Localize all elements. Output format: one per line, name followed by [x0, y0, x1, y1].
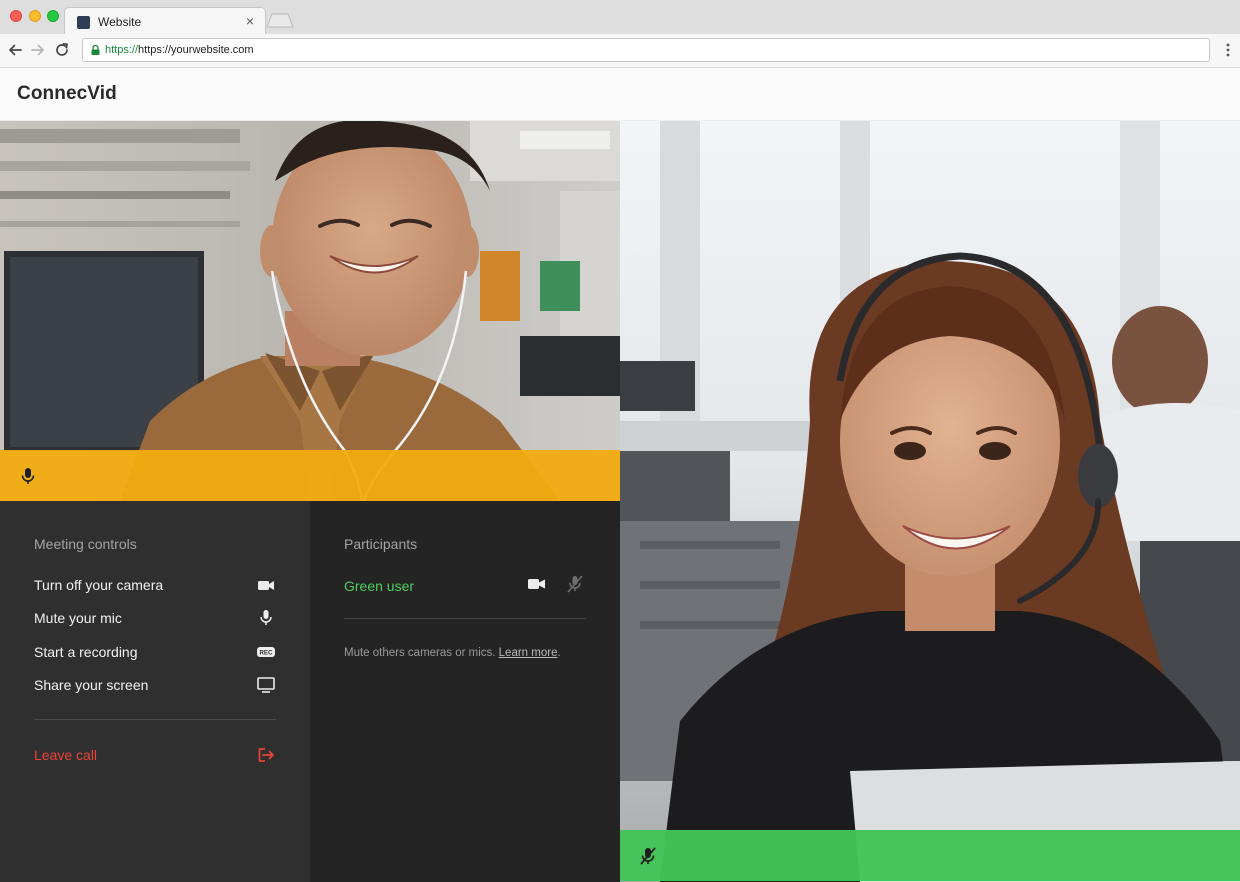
control-label: Start a recording	[34, 644, 138, 660]
minimize-window-button[interactable]	[29, 10, 41, 22]
mic-icon[interactable]	[18, 466, 38, 486]
tab-close-icon[interactable]: ×	[246, 13, 254, 29]
favicon-icon	[77, 16, 90, 29]
learn-more-link[interactable]: Learn more	[499, 647, 558, 659]
note-end: .	[557, 647, 561, 659]
maximize-window-button[interactable]	[47, 10, 59, 22]
browser-menu-icon[interactable]	[1226, 42, 1230, 58]
turn-off-camera-button[interactable]: Turn off your camera	[34, 574, 276, 598]
mute-others-note: Mute others cameras or mics. Learn more.	[344, 647, 561, 659]
video-camera-icon	[258, 581, 274, 590]
lock-icon	[91, 45, 100, 55]
new-tab-button[interactable]	[266, 13, 294, 28]
leave-call-label: Leave call	[34, 747, 98, 763]
close-window-button[interactable]	[10, 10, 22, 22]
reload-icon[interactable]	[54, 42, 70, 58]
start-recording-button[interactable]: Start a recording REC	[34, 641, 276, 665]
browser-titlebar: Website ×	[0, 0, 1240, 35]
tab-title: Website	[98, 15, 142, 29]
url-scheme: https://	[105, 44, 139, 56]
leave-call-button[interactable]: Leave call	[34, 744, 276, 768]
brand-logo: ConnecVid	[17, 83, 117, 104]
video-tile-left[interactable]	[0, 121, 620, 501]
control-label: Mute your mic	[34, 610, 122, 626]
mic-off-icon[interactable]	[638, 846, 658, 866]
url-text: https://https://yourwebsite.com	[105, 44, 254, 56]
mute-mic-button[interactable]: Mute your mic	[34, 607, 276, 631]
tile-status-bar	[0, 450, 620, 501]
participants-heading: Participants	[344, 536, 418, 552]
monitor-icon	[257, 677, 275, 693]
video-camera-icon[interactable]	[527, 575, 547, 593]
participants-panel: Participants Green user Mute others came…	[310, 501, 620, 882]
controls-divider	[34, 719, 276, 720]
meeting-controls-panel: Meeting controls Turn off your camera Mu…	[0, 501, 310, 882]
tile-status-bar	[620, 830, 1240, 881]
participant-name: Green user	[344, 578, 415, 594]
rec-badge-text: REC	[259, 650, 273, 657]
back-arrow-icon[interactable]	[7, 42, 23, 58]
mic-icon	[260, 610, 272, 625]
participant-video-woman	[620, 121, 1240, 882]
meeting-controls-heading: Meeting controls	[34, 536, 137, 552]
url-host: https://yourwebsite.com	[138, 44, 254, 56]
app-header: ConnecVid	[0, 68, 1240, 121]
participants-divider	[344, 618, 586, 619]
browser-window: Website × https://https://yourwebsite.co…	[0, 0, 1240, 882]
rec-icon: REC	[257, 647, 275, 657]
browser-tab[interactable]: Website ×	[64, 7, 266, 35]
browser-toolbar: https://https://yourwebsite.com	[0, 34, 1240, 68]
control-label: Share your screen	[34, 677, 149, 693]
share-screen-button[interactable]: Share your screen	[34, 674, 276, 698]
exit-icon	[258, 748, 274, 762]
address-bar[interactable]: https://https://yourwebsite.com	[82, 38, 1210, 62]
mic-off-icon[interactable]	[565, 575, 585, 593]
control-label: Turn off your camera	[34, 577, 164, 593]
video-tile-right[interactable]	[620, 121, 1240, 882]
note-text: Mute others cameras or mics.	[344, 647, 499, 659]
forward-arrow-icon[interactable]	[30, 42, 46, 58]
participant-video-man	[0, 121, 620, 501]
